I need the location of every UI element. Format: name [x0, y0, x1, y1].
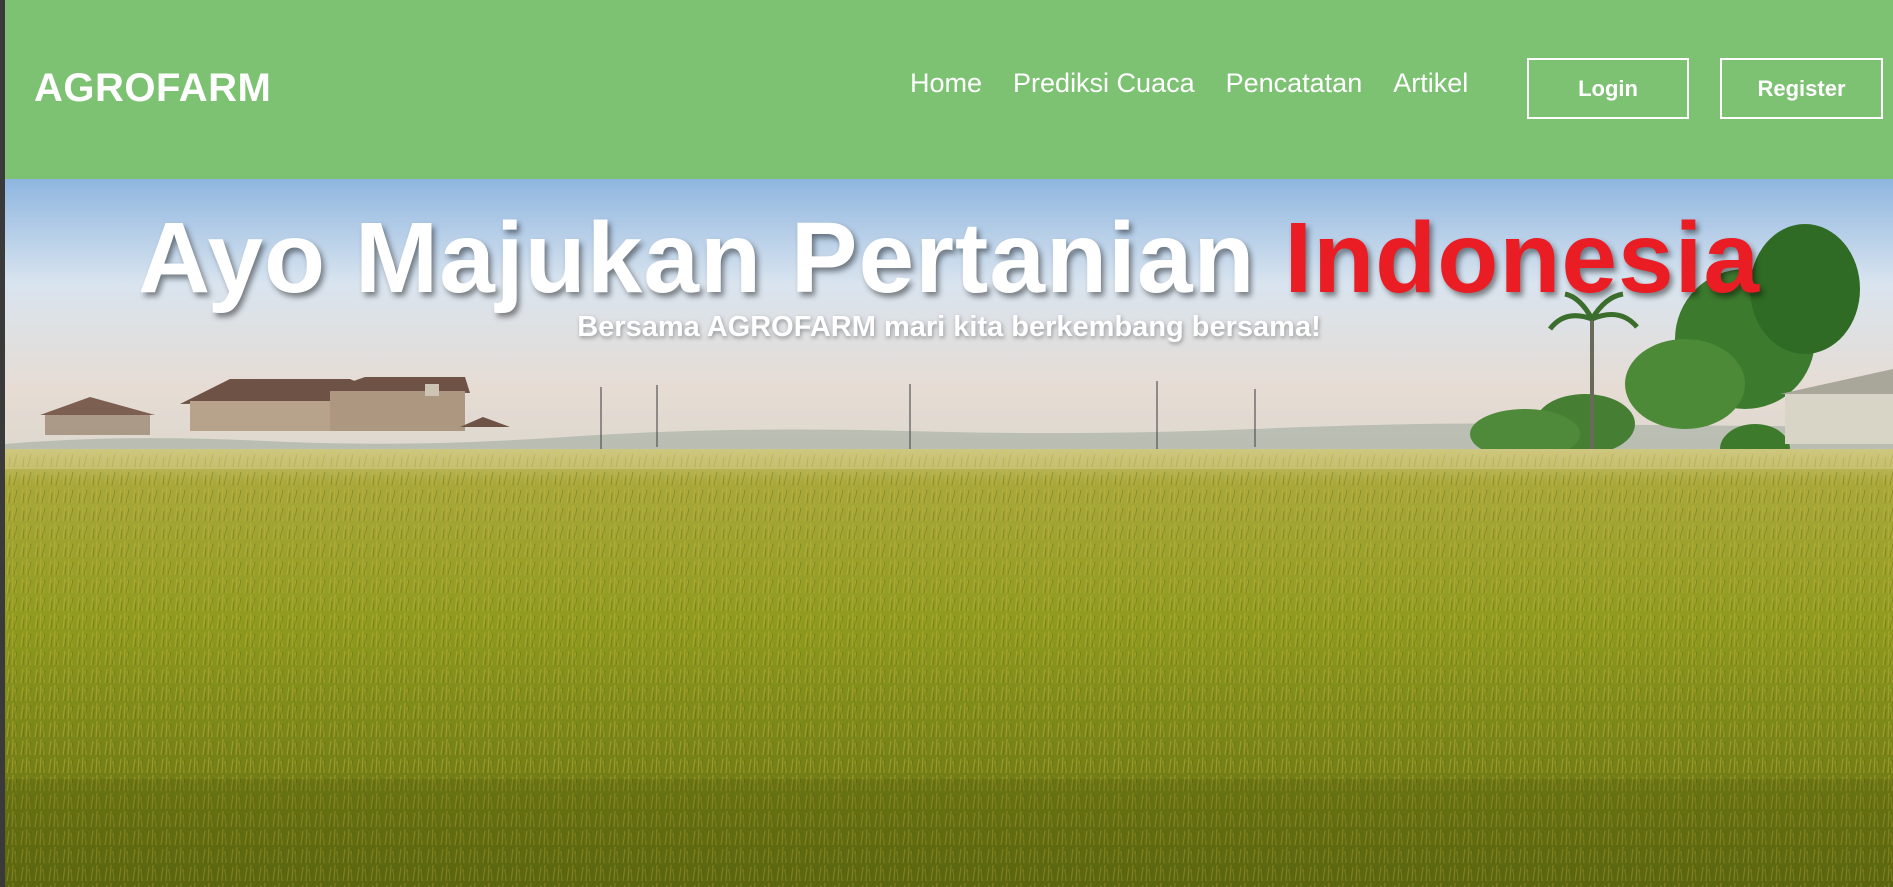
nav-link-home[interactable]: Home — [910, 68, 982, 99]
register-button[interactable]: Register — [1720, 58, 1883, 119]
hero-title-main: Ayo Majukan Pertanian — [137, 202, 1285, 314]
hero-title: Ayo Majukan Pertanian Indonesia — [5, 201, 1893, 316]
nav-link-prediksi-cuaca[interactable]: Prediksi Cuaca — [1013, 68, 1195, 99]
nav-link-artikel[interactable]: Artikel — [1393, 68, 1468, 99]
nav-link-pencatatan[interactable]: Pencatatan — [1226, 68, 1363, 99]
page-frame: AGROFARM Home Prediksi Cuaca Pencatatan … — [5, 0, 1893, 887]
nav-links: Home Prediksi Cuaca Pencatatan Artikel — [910, 68, 1468, 99]
navbar: AGROFARM Home Prediksi Cuaca Pencatatan … — [5, 0, 1893, 179]
hero-title-accent: Indonesia — [1284, 202, 1761, 314]
brand-logo[interactable]: AGROFARM — [34, 66, 271, 111]
hero-banner: Ayo Majukan Pertanian Indonesia Bersama … — [5, 179, 1893, 887]
hero-subtitle: Bersama AGROFARM mari kita berkembang be… — [577, 311, 1321, 343]
login-button[interactable]: Login — [1527, 58, 1689, 119]
